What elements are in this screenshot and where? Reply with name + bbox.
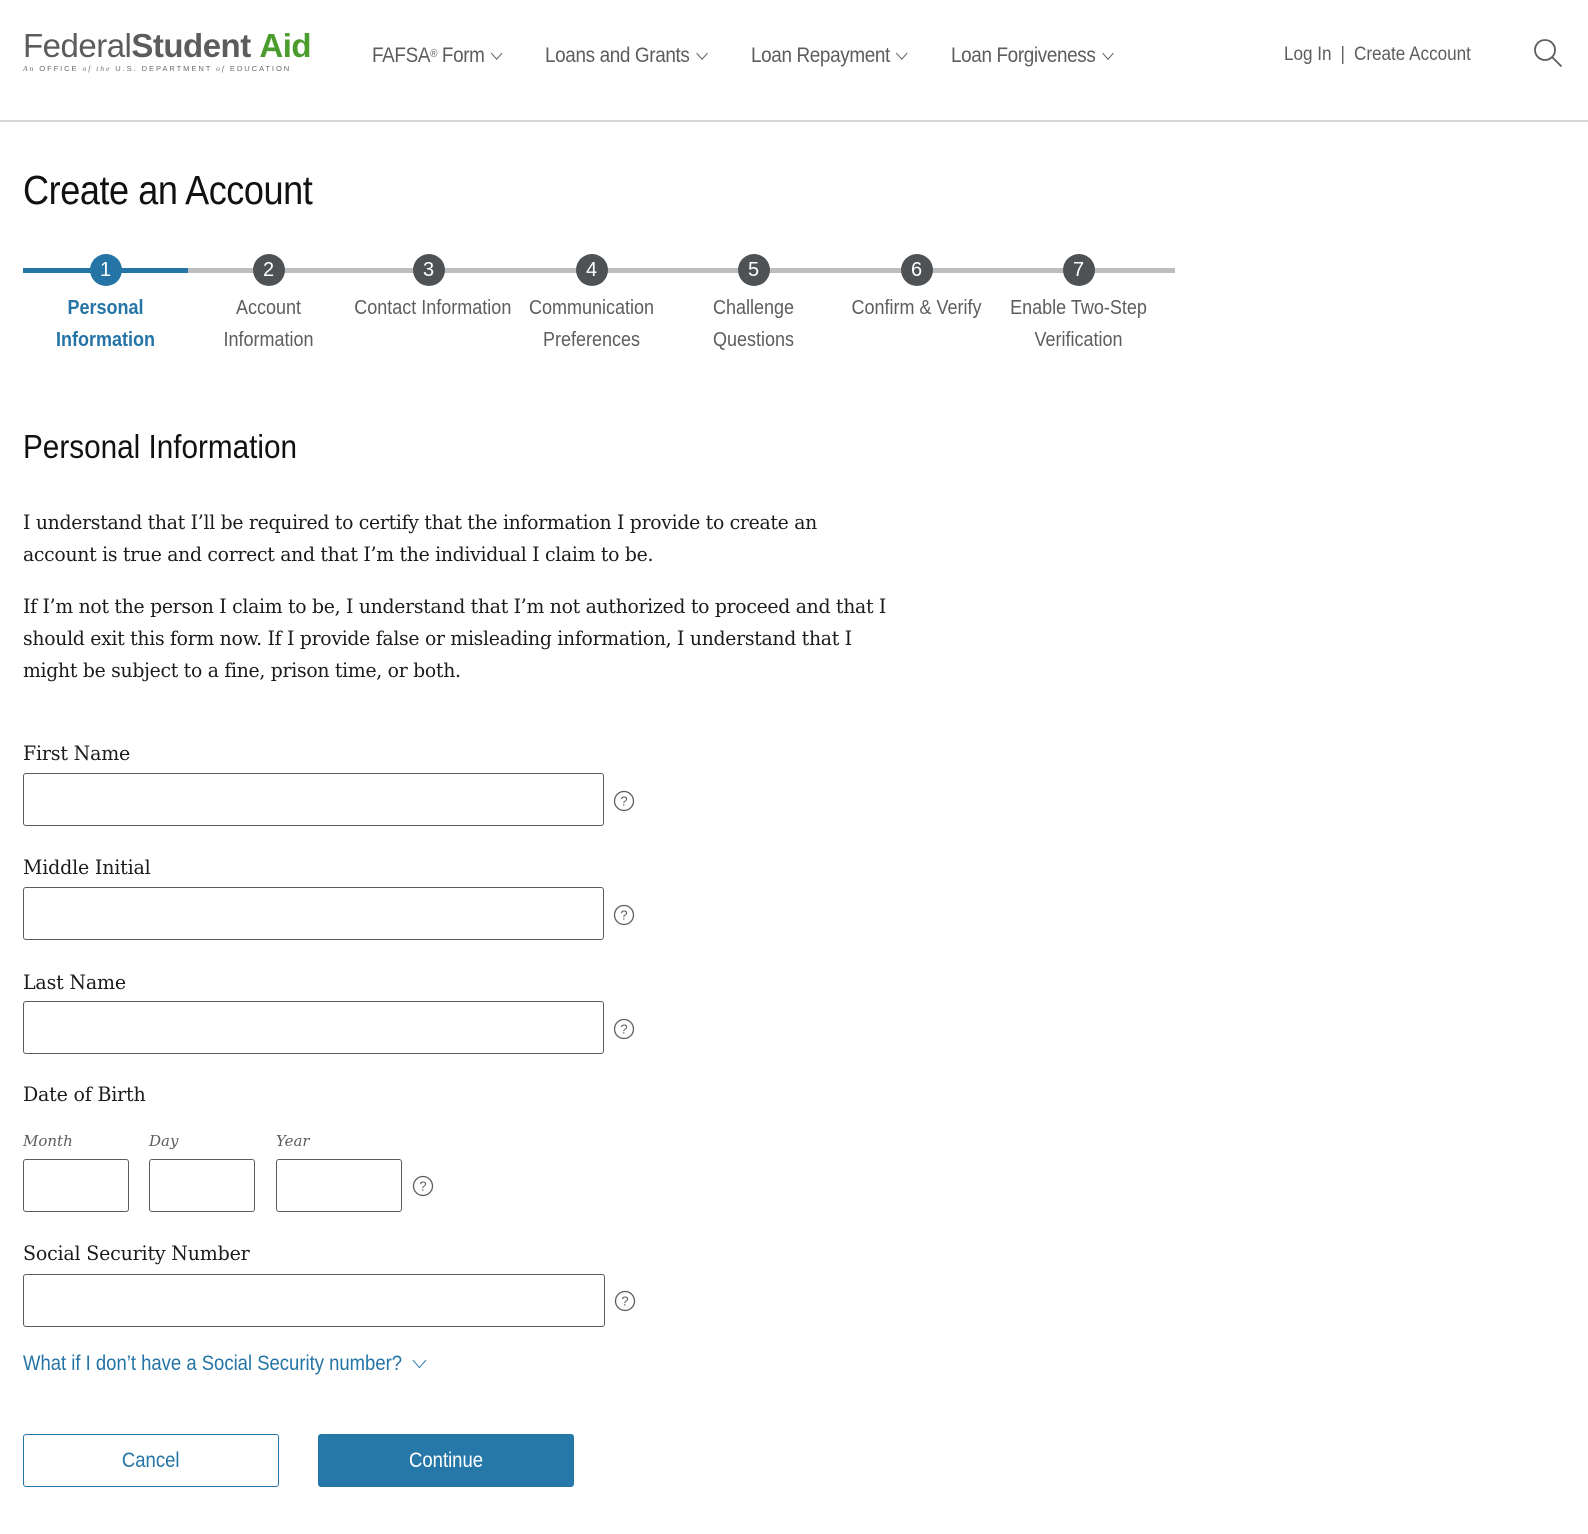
svg-text:?: ?: [620, 794, 627, 809]
step-personal-information[interactable]: 1 Personal Information: [23, 254, 188, 356]
step-label: Contact Information: [354, 297, 512, 319]
no-ssn-accordion-toggle[interactable]: What if I don’t have a Social Security n…: [23, 1352, 427, 1376]
site-header: FederalStudent Aid An OFFICE of the U.S.…: [0, 0, 1588, 122]
chevron-down-icon: [1101, 46, 1114, 60]
ssn-input[interactable]: [23, 1274, 605, 1327]
certification-paragraph: I understand that I’ll be required to ce…: [23, 511, 817, 566]
step-number: 2: [252, 254, 285, 286]
step-label: Enable Two-Step Verification: [1010, 297, 1147, 351]
middle-initial-label: Middle Initial: [23, 855, 151, 879]
last-name-label: Last Name: [23, 970, 126, 994]
dob-day-input[interactable]: [149, 1159, 255, 1212]
chevron-down-icon: [695, 46, 708, 60]
dob-month-input[interactable]: [23, 1159, 129, 1212]
first-name-input[interactable]: [23, 773, 604, 826]
cancel-button[interactable]: Cancel: [23, 1434, 279, 1487]
dob-year-input[interactable]: [276, 1159, 402, 1212]
date-of-birth-label: Date of Birth: [23, 1082, 146, 1106]
dob-year-label: Year: [276, 1132, 310, 1150]
ssn-label: Social Security Number: [23, 1241, 250, 1265]
section-title: Personal Information: [23, 428, 298, 465]
step-number: 5: [737, 254, 770, 286]
continue-button[interactable]: Continue: [318, 1434, 574, 1487]
step-confirm-verify[interactable]: 6 Confirm & Verify: [834, 254, 999, 324]
question-circle-icon[interactable]: ?: [613, 790, 635, 812]
logo-wordmark: FederalStudent Aid: [23, 27, 312, 64]
nav-loan-forgiveness[interactable]: Loan Forgiveness: [951, 44, 1114, 68]
question-circle-icon[interactable]: ?: [613, 904, 635, 926]
step-label: Challenge Questions: [712, 297, 795, 351]
dob-month-label: Month: [23, 1132, 73, 1150]
auth-links: Log In | Create Account: [1284, 44, 1471, 66]
step-communication-preferences[interactable]: 4 Communication Preferences: [509, 254, 674, 356]
warning-paragraph: If I’m not the person I claim to be, I u…: [23, 595, 887, 682]
question-circle-icon[interactable]: ?: [412, 1175, 434, 1197]
nav-fafsa-form[interactable]: FAFSA ® Form: [372, 44, 503, 68]
step-enable-two-step[interactable]: 7 Enable Two-Step Verification: [996, 254, 1161, 356]
middle-initial-input[interactable]: [23, 887, 604, 940]
step-challenge-questions[interactable]: 5 Challenge Questions: [671, 254, 836, 356]
question-circle-icon[interactable]: ?: [614, 1290, 636, 1312]
page-title: Create an Account: [23, 167, 313, 213]
logo-tagline: An OFFICE of the U.S. DEPARTMENT of EDUC…: [23, 64, 292, 73]
svg-text:?: ?: [620, 908, 627, 923]
svg-text:?: ?: [620, 1022, 627, 1037]
nav-loan-repayment[interactable]: Loan Repayment: [751, 44, 908, 68]
step-label: Communication Preferences: [528, 297, 655, 351]
svg-text:?: ?: [419, 1179, 426, 1194]
step-number: 3: [412, 254, 445, 286]
login-link[interactable]: Log In: [1284, 44, 1332, 66]
fsa-logo[interactable]: FederalStudent Aid An OFFICE of the U.S.…: [23, 27, 312, 76]
step-contact-information[interactable]: 3 Contact Information: [346, 254, 511, 324]
chevron-down-icon: [490, 46, 503, 60]
first-name-label: First Name: [23, 741, 131, 765]
svg-text:?: ?: [621, 1294, 628, 1309]
step-label: Confirm & Verify: [851, 297, 982, 319]
step-label: Account Information: [223, 297, 314, 351]
step-number: 1: [89, 254, 122, 286]
nav-loans-and-grants[interactable]: Loans and Grants: [545, 44, 708, 68]
progress-stepper: 1 Personal Information 2 Account Informati…: [23, 254, 1175, 364]
step-number: 6: [900, 254, 933, 286]
chevron-down-icon: [412, 1352, 427, 1369]
search-icon[interactable]: [1533, 38, 1563, 68]
auth-separator: |: [1340, 44, 1345, 65]
dob-day-label: Day: [149, 1132, 179, 1150]
question-circle-icon[interactable]: ?: [613, 1018, 635, 1040]
step-number: 4: [575, 254, 608, 286]
step-number: 7: [1062, 254, 1095, 286]
step-label: Personal Information: [56, 297, 155, 351]
last-name-input[interactable]: [23, 1001, 604, 1054]
create-account-link[interactable]: Create Account: [1354, 44, 1471, 66]
chevron-down-icon: [896, 46, 908, 60]
step-account-information[interactable]: 2 Account Information: [186, 254, 351, 356]
